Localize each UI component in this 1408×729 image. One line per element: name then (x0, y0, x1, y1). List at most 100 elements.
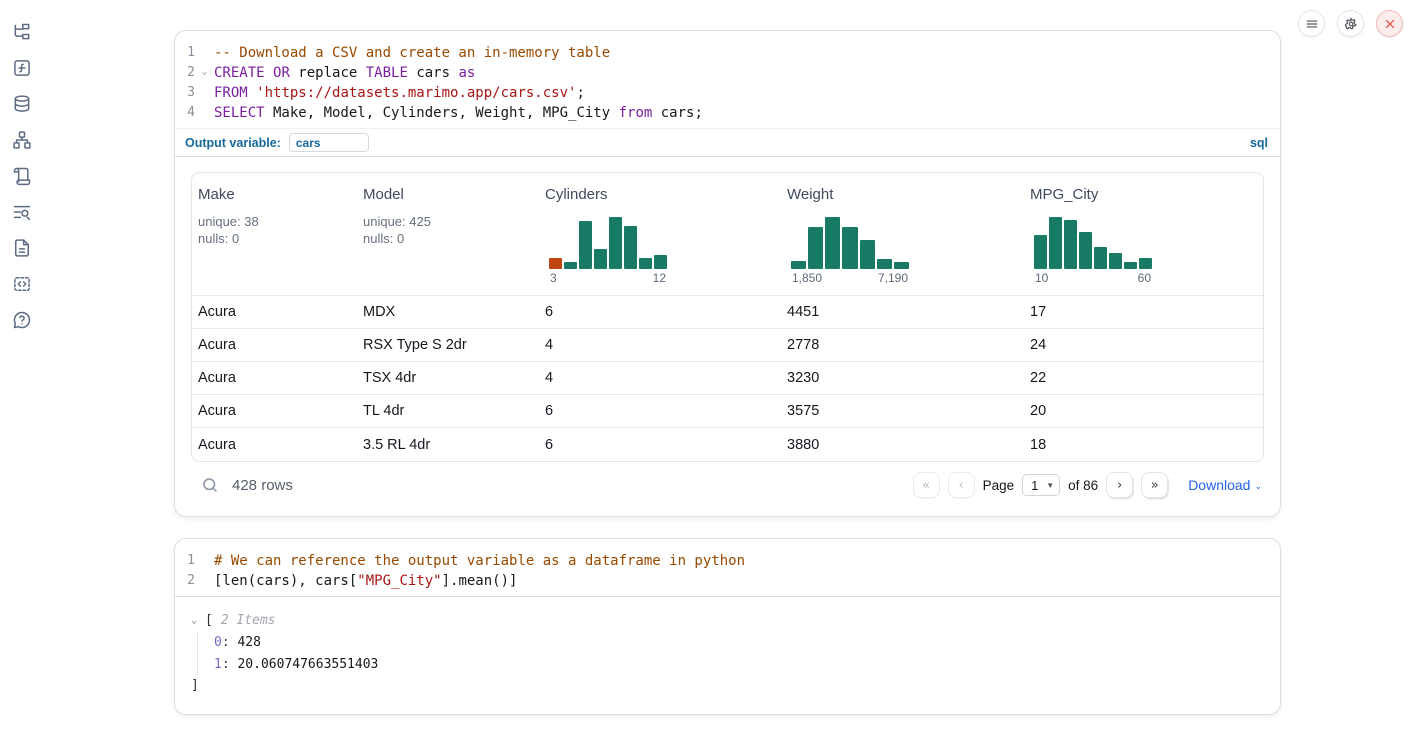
hist-bar (791, 261, 806, 269)
page-select-value: 1 (1031, 478, 1038, 493)
settings-button[interactable] (1337, 10, 1364, 37)
table-row: AcuraTSX 4dr4323022 (192, 362, 1263, 395)
hist-bar (1049, 217, 1062, 269)
table-row: AcuraRSX Type S 2dr4277824 (192, 329, 1263, 362)
sql-code-editor[interactable]: 1-- Download a CSV and create an in-memo… (175, 31, 1280, 128)
prev-page-button[interactable]: ‹ (948, 472, 975, 498)
item-index: 1 (214, 657, 222, 672)
fold-gutter (195, 103, 214, 123)
document-icon[interactable] (12, 238, 32, 258)
table-cell: TL 4dr (357, 403, 539, 419)
code-text: -- Download a CSV and create an in-memor… (214, 43, 1280, 63)
data-table: Makeunique: 38nulls: 0Modelunique: 425nu… (191, 172, 1264, 462)
fold-gutter (195, 551, 214, 571)
axis-min-label: 3 (550, 271, 557, 285)
snippets-icon[interactable] (12, 274, 32, 294)
page-select[interactable]: 1 ▼ (1022, 474, 1060, 496)
histogram-bars (791, 217, 909, 269)
table-cell: Acura (192, 437, 357, 453)
code-line[interactable]: 2[len(cars), cars["MPG_City"].mean()] (175, 571, 1280, 591)
output-list-item: 1: 20.060747663551403 (214, 654, 1264, 676)
column-header-weight[interactable]: Weight1,8507,190 (781, 173, 1024, 295)
table-row: AcuraMDX6445117 (192, 296, 1263, 329)
menu-button[interactable] (1298, 10, 1325, 37)
items-count: 2 Items (221, 610, 276, 632)
file-tree-icon[interactable] (12, 22, 32, 42)
table-body: AcuraMDX6445117AcuraRSX Type S 2dr427782… (192, 296, 1263, 461)
histogram-mpg_city[interactable]: 1060 (1034, 217, 1152, 285)
table-row: Acura3.5 RL 4dr6388018 (192, 428, 1263, 461)
histogram-axis-labels: 1060 (1034, 271, 1152, 285)
line-number: 2 (175, 63, 195, 83)
column-header-make[interactable]: Makeunique: 38nulls: 0 (192, 173, 357, 295)
table-cell: Acura (192, 370, 357, 386)
line-number: 4 (175, 103, 195, 123)
scroll-icon[interactable] (12, 166, 32, 186)
histogram-weight[interactable]: 1,8507,190 (791, 217, 909, 285)
hist-bar (564, 262, 577, 269)
next-page-button[interactable]: › (1106, 472, 1133, 498)
language-badge: sql (1250, 136, 1268, 150)
hist-bar (894, 262, 909, 269)
code-line[interactable]: 2⌄CREATE OR replace TABLE cars as (175, 63, 1280, 83)
chevron-down-icon: ⌄ (1254, 481, 1262, 492)
axis-max-label: 60 (1138, 271, 1151, 285)
dependency-graph-icon[interactable] (12, 130, 32, 150)
hist-bar (1139, 258, 1152, 269)
notebook-actions (1298, 10, 1403, 37)
column-stat: nulls: 0 (198, 230, 351, 247)
page-total-label: of 86 (1068, 478, 1098, 493)
close-bracket: ] (191, 676, 1264, 696)
output-list-header: ⌄ [ 2 Items (191, 610, 1264, 632)
table-cell: 18 (1024, 437, 1263, 453)
table-cell: 2778 (781, 337, 1024, 353)
code-line[interactable]: 4SELECT Make, Model, Cylinders, Weight, … (175, 103, 1280, 123)
axis-max-label: 7,190 (878, 271, 908, 285)
sql-cell: 1 -- Download a CSV and create an in-memo… (174, 30, 1281, 517)
histogram-bars (549, 217, 667, 269)
column-header-mpg_city[interactable]: MPG_City1060 (1024, 173, 1263, 295)
output-list-item: 0: 428 (214, 632, 1264, 654)
python-code-editor[interactable]: 1# We can reference the output variable … (175, 539, 1280, 596)
first-page-button[interactable]: « (913, 472, 940, 498)
fold-chevron-icon[interactable]: ⌄ (195, 63, 214, 83)
column-header-model[interactable]: Modelunique: 425nulls: 0 (357, 173, 539, 295)
table-cell: RSX Type S 2dr (357, 337, 539, 353)
table-cell: Acura (192, 403, 357, 419)
download-label: Download (1188, 477, 1250, 493)
table-cell: 3575 (781, 403, 1024, 419)
histogram-cylinders[interactable]: 3 12 (549, 217, 667, 285)
python-cell-output: ⌄ [ 2 Items 0: 4281: 20.060747663551403 … (175, 596, 1280, 714)
histogram-bars (1034, 217, 1152, 269)
column-header-cylinders[interactable]: Cylinders312 (539, 173, 781, 295)
hist-bar (877, 259, 892, 269)
hist-bar (609, 217, 622, 269)
gear-icon (1344, 17, 1358, 31)
help-icon[interactable] (12, 310, 32, 330)
last-page-button[interactable]: » (1141, 472, 1168, 498)
function-icon[interactable] (12, 58, 32, 78)
table-cell: 6 (539, 403, 781, 419)
log-search-icon[interactable] (12, 202, 32, 222)
shutdown-button[interactable] (1376, 10, 1403, 37)
hist-bar (579, 221, 592, 269)
code-line[interactable]: 1# We can reference the output variable … (175, 551, 1280, 571)
table-footer: 428 rows « ‹ Page 1 ▼ of 86 › » Download… (191, 463, 1264, 507)
table-cell: Acura (192, 337, 357, 353)
table-header: Makeunique: 38nulls: 0Modelunique: 425nu… (192, 173, 1263, 296)
hist-bar (1109, 253, 1122, 269)
search-icon[interactable] (201, 476, 219, 494)
output-variable-input[interactable] (289, 133, 369, 152)
download-button[interactable]: Download ⌄ (1188, 477, 1262, 493)
code-text: # We can reference the output variable a… (214, 551, 1280, 571)
code-line[interactable]: 1-- Download a CSV and create an in-memo… (175, 43, 1280, 63)
axis-max-label: 12 (653, 271, 666, 285)
output-variable-row: Output variable: sql (175, 128, 1280, 156)
collapse-chevron-icon[interactable]: ⌄ (191, 610, 205, 632)
code-line[interactable]: 3FROM 'https://datasets.marimo.app/cars.… (175, 83, 1280, 103)
hist-bar (825, 217, 840, 269)
table-cell: 20 (1024, 403, 1263, 419)
item-value: 20.060747663551403 (237, 657, 378, 672)
database-icon[interactable] (12, 94, 32, 114)
hist-bar (1064, 220, 1077, 269)
